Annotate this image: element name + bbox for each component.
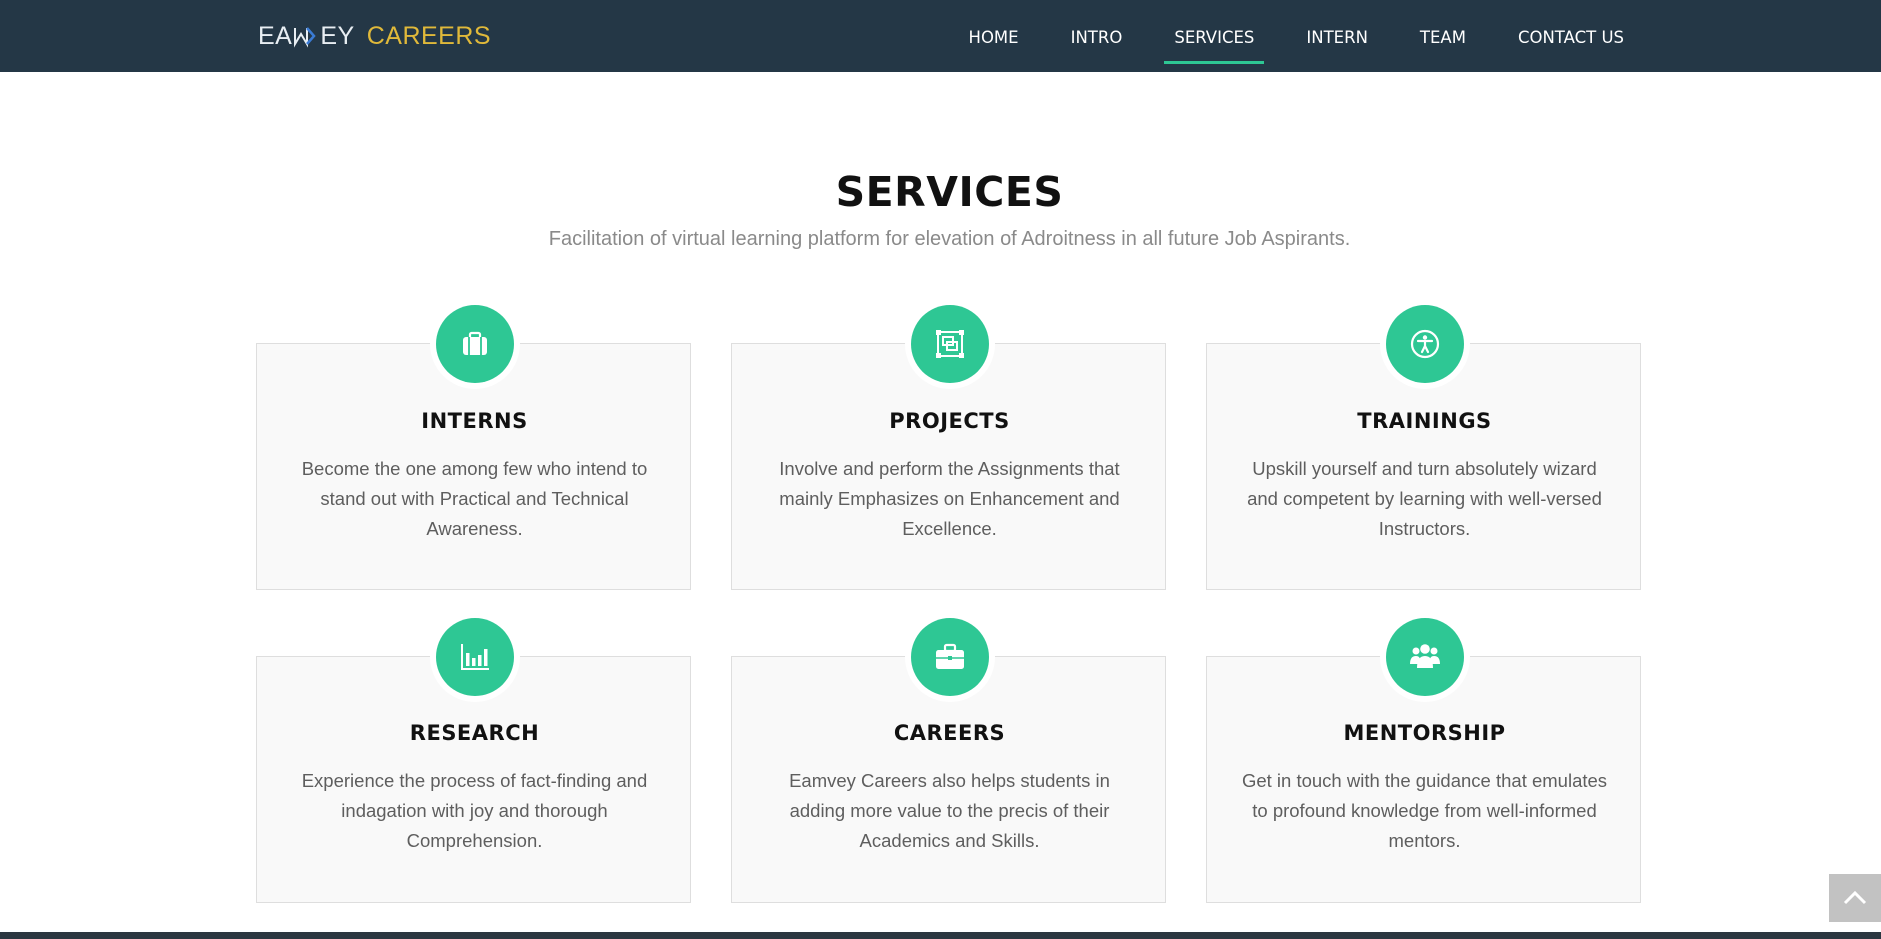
nav-menu: HOME INTRO SERVICES INTERN TEAM CONTACT … [927, 0, 1634, 72]
card-description: Experience the process of fact-finding a… [301, 770, 648, 851]
section-subtitle: Facilitation of virtual learning platfor… [548, 228, 1351, 250]
card-description: Involve and perform the Assignments that… [779, 458, 1120, 539]
navbar: EA EY CAREERS HOME INTRO SERVICES INTERN… [0, 0, 1881, 72]
card-title: RESEARCH [409, 721, 540, 745]
card-title: INTERNS [421, 409, 528, 433]
nav-services[interactable]: SERVICES [1164, 8, 1265, 64]
nav-contact-us[interactable]: CONTACT US [1508, 8, 1634, 64]
chevron-up-icon [1843, 891, 1867, 905]
nav-home[interactable]: HOME [959, 8, 1029, 64]
suitcase-icon [436, 305, 514, 383]
briefcase-icon [911, 618, 989, 696]
bar-chart-icon [436, 618, 514, 696]
card-title: TRAININGS [1357, 409, 1492, 433]
section-title: SERVICES [835, 168, 1064, 216]
card-description: Eamvey Careers also helps students in ad… [789, 770, 1110, 851]
card-description: Get in touch with the guidance that emul… [1241, 770, 1608, 851]
card-description: Become the one among few who intend to s… [301, 458, 648, 539]
card-title: MENTORSHIP [1343, 721, 1506, 745]
nav-intern[interactable]: INTERN [1296, 8, 1378, 64]
accessibility-icon [1386, 305, 1464, 383]
logo-text-careers: CAREERS [366, 21, 492, 50]
site-logo[interactable]: EA EY CAREERS [258, 20, 491, 52]
object-group-icon [911, 305, 989, 383]
card-description: Upskill yourself and turn absolutely wiz… [1247, 458, 1602, 539]
card-title: PROJECTS [889, 409, 1010, 433]
nav-intro[interactable]: INTRO [1061, 8, 1133, 64]
nav-team[interactable]: TEAM [1410, 8, 1476, 64]
users-icon [1386, 618, 1464, 696]
scroll-to-top-button[interactable] [1829, 874, 1881, 922]
card-title: CAREERS [893, 721, 1006, 745]
logo-text-prefix: EA [258, 21, 293, 50]
footer-strip [0, 932, 1881, 939]
logo-text-suffix: EY [320, 21, 355, 50]
logo-mark-icon [294, 27, 317, 48]
